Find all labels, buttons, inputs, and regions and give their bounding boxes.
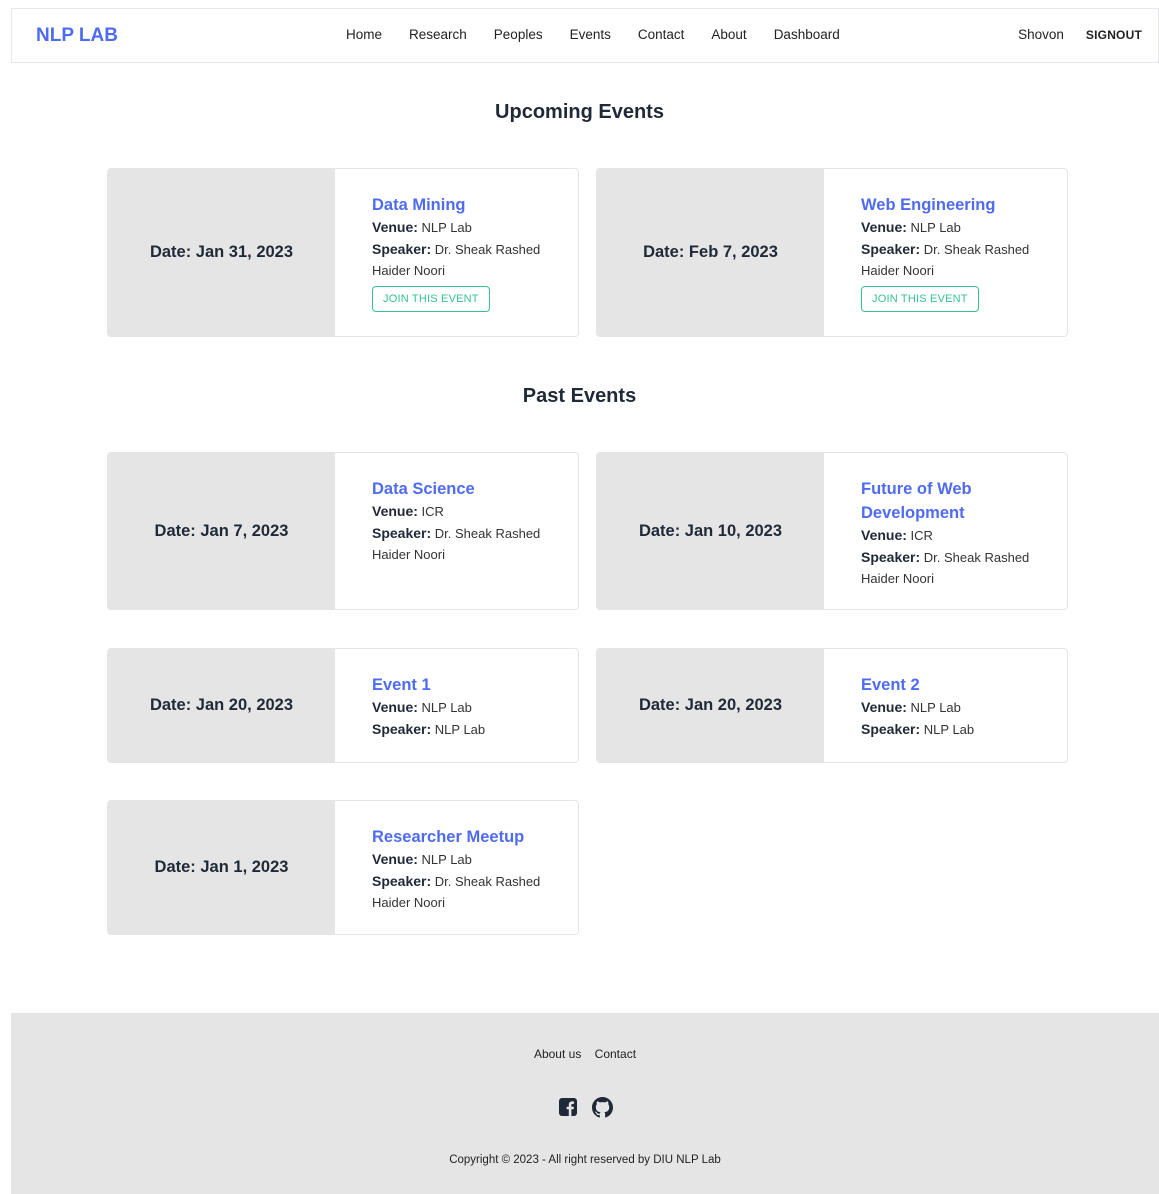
speaker-label: Speaker: (372, 240, 432, 257)
nav-research[interactable]: Research (409, 27, 467, 42)
event-card-event-2: Date: Jan 20, 2023 Event 2 Venue: NLP La… (596, 648, 1068, 763)
venue-label: Venue: (861, 219, 907, 235)
event-title-link[interactable]: Data Science (372, 477, 558, 501)
venue-label: Venue: (372, 699, 418, 715)
event-venue: Venue: NLP Lab (372, 217, 558, 239)
event-venue: Venue: NLP Lab (861, 217, 1047, 239)
event-title-link[interactable]: Future of Web Development (861, 477, 1047, 525)
venue-value: NLP Lab (421, 852, 472, 867)
event-speaker: Speaker: Dr. Sheak Rashed Haider Noori (861, 239, 1047, 282)
footer-contact-link[interactable]: Contact (595, 1047, 636, 1061)
venue-value: ICR (910, 528, 933, 543)
event-card-researcher-meetup: Date: Jan 1, 2023 Researcher Meetup Venu… (107, 800, 579, 935)
user-name-link[interactable]: Shovon (1018, 27, 1064, 42)
event-info: Event 2 Venue: NLP Lab Speaker: NLP Lab (824, 649, 1067, 762)
event-title-link[interactable]: Web Engineering (861, 193, 1047, 217)
event-date: Date: Jan 1, 2023 (108, 801, 335, 934)
footer-about-link[interactable]: About us (534, 1047, 581, 1061)
event-card-data-mining: Date: Jan 31, 2023 Data Mining Venue: NL… (107, 168, 579, 337)
event-speaker: Speaker: Dr. Sheak Rashed Haider Noori (372, 239, 558, 282)
user-area: Shovon SIGNOUT (1018, 27, 1142, 42)
event-title-link[interactable]: Data Mining (372, 193, 558, 217)
event-title-link[interactable]: Researcher Meetup (372, 825, 558, 849)
nav-peoples[interactable]: Peoples (494, 27, 543, 42)
event-venue: Venue: ICR (861, 525, 1047, 547)
event-venue: Venue: ICR (372, 501, 558, 523)
event-card-future-web-dev: Date: Jan 10, 2023 Future of Web Develop… (596, 452, 1068, 610)
github-icon[interactable] (591, 1097, 613, 1123)
event-date: Date: Jan 7, 2023 (108, 453, 335, 609)
event-date: Date: Feb 7, 2023 (597, 169, 824, 336)
upcoming-events-heading: Upcoming Events (495, 101, 664, 123)
event-info: Event 1 Venue: NLP Lab Speaker: NLP Lab (335, 649, 578, 762)
venue-label: Venue: (372, 219, 418, 235)
venue-value: ICR (421, 504, 444, 519)
event-title-link[interactable]: Event 1 (372, 673, 558, 697)
speaker-label: Speaker: (861, 240, 921, 257)
venue-label: Venue: (372, 503, 418, 519)
past-events-heading: Past Events (522, 385, 637, 407)
speaker-label: Speaker: (372, 872, 432, 889)
navbar: NLP LAB Home Research Peoples Events Con… (11, 8, 1159, 63)
copyright-text: Copyright © 2023 - All right reserved by… (449, 1154, 721, 1166)
speaker-label: Speaker: (861, 720, 921, 737)
facebook-icon[interactable] (558, 1097, 578, 1123)
event-speaker: Speaker: Dr. Sheak Rashed Haider Noori (372, 523, 558, 566)
nav-contact[interactable]: Contact (638, 27, 685, 42)
venue-label: Venue: (861, 527, 907, 543)
event-date: Date: Jan 20, 2023 (597, 649, 824, 762)
nav-dashboard[interactable]: Dashboard (774, 27, 840, 42)
nav-links: Home Research Peoples Events Contact Abo… (346, 27, 840, 42)
nav-about[interactable]: About (711, 27, 746, 42)
event-card-web-engineering: Date: Feb 7, 2023 Web Engineering Venue:… (596, 168, 1068, 337)
join-event-button[interactable]: JOIN THIS EVENT (372, 285, 490, 312)
speaker-label: Speaker: (861, 548, 921, 565)
speaker-value: NLP Lab (434, 721, 486, 737)
event-date: Date: Jan 20, 2023 (108, 649, 335, 762)
venue-value: NLP Lab (910, 700, 961, 715)
event-info: Data Mining Venue: NLP Lab Speaker: Dr. … (335, 169, 578, 336)
event-speaker: Speaker: Dr. Sheak Rashed Haider Noori (861, 547, 1047, 590)
event-venue: Venue: NLP Lab (372, 697, 558, 719)
event-speaker: Speaker: Dr. Sheak Rashed Haider Noori (372, 871, 558, 914)
event-date: Date: Jan 31, 2023 (108, 169, 335, 336)
footer-links: About us Contact (11, 1047, 1159, 1061)
venue-label: Venue: (861, 699, 907, 715)
event-speaker: Speaker: NLP Lab (372, 719, 558, 741)
brand-logo[interactable]: NLP LAB (36, 25, 118, 47)
event-card-event-1: Date: Jan 20, 2023 Event 1 Venue: NLP La… (107, 648, 579, 763)
event-venue: Venue: NLP Lab (861, 697, 1047, 719)
event-speaker: Speaker: NLP Lab (861, 719, 1047, 741)
event-title-link[interactable]: Event 2 (861, 673, 1047, 697)
event-info: Web Engineering Venue: NLP Lab Speaker: … (824, 169, 1067, 336)
event-info: Researcher Meetup Venue: NLP Lab Speaker… (335, 801, 578, 934)
event-card-data-science: Date: Jan 7, 2023 Data Science Venue: IC… (107, 452, 579, 610)
join-event-button[interactable]: JOIN THIS EVENT (861, 285, 979, 312)
signout-button[interactable]: SIGNOUT (1086, 28, 1142, 42)
event-date: Date: Jan 10, 2023 (597, 453, 824, 609)
social-icons (11, 1097, 1159, 1123)
footer: About us Contact Copyright © 2023 - All … (11, 1013, 1159, 1194)
speaker-label: Speaker: (372, 720, 432, 737)
venue-value: NLP Lab (421, 220, 472, 235)
venue-value: NLP Lab (421, 700, 472, 715)
venue-label: Venue: (372, 851, 418, 867)
speaker-value: NLP Lab (923, 721, 975, 737)
event-info: Future of Web Development Venue: ICR Spe… (824, 453, 1067, 609)
nav-home[interactable]: Home (346, 27, 382, 42)
event-venue: Venue: NLP Lab (372, 849, 558, 871)
nav-events[interactable]: Events (570, 27, 611, 42)
speaker-label: Speaker: (372, 524, 432, 541)
venue-value: NLP Lab (910, 220, 961, 235)
event-info: Data Science Venue: ICR Speaker: Dr. She… (335, 453, 578, 609)
